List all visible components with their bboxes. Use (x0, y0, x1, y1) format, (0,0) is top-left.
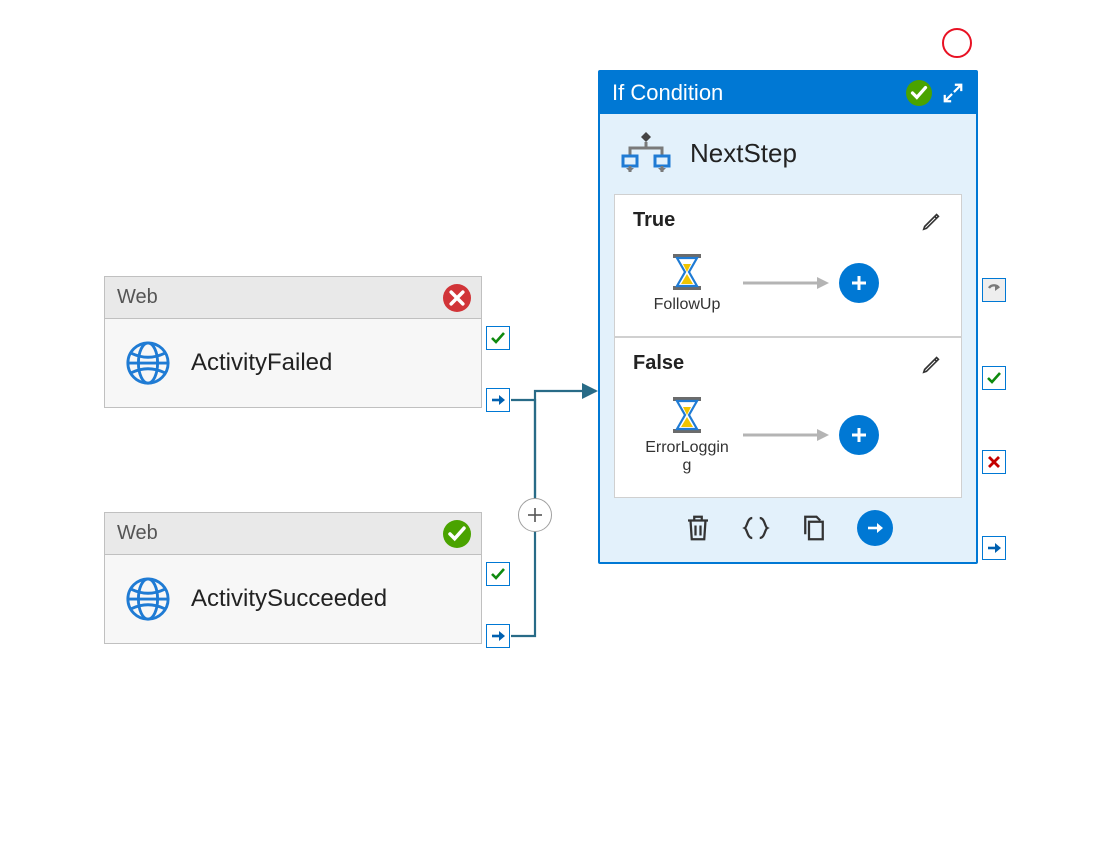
success-icon (443, 520, 471, 548)
activity-name: ActivityFailed (191, 349, 332, 377)
arrow-icon (741, 273, 831, 293)
activity-name: FollowUp (654, 296, 721, 314)
add-activity-node[interactable] (518, 498, 552, 532)
error-icon (443, 284, 471, 312)
activity-name: ActivitySucceeded (191, 585, 387, 613)
copy-button[interactable] (799, 513, 829, 543)
activity-web-failed[interactable]: Web ActivityFailed (104, 276, 482, 408)
add-activity-button[interactable] (839, 263, 879, 303)
false-branch: False ErrorLogging (614, 337, 962, 498)
on-fail-port[interactable] (982, 450, 1006, 474)
on-skip-port[interactable] (982, 278, 1006, 302)
globe-icon (125, 576, 171, 622)
on-completion-port[interactable] (486, 624, 510, 648)
branch-label: False (633, 352, 684, 375)
on-success-port[interactable] (982, 366, 1006, 390)
activity-type-label: Web (117, 522, 158, 545)
wait-icon (669, 252, 705, 292)
success-icon (906, 80, 932, 106)
arrow-icon (741, 425, 831, 445)
false-branch-activity[interactable]: ErrorLogging (641, 395, 733, 475)
delete-button[interactable] (683, 513, 713, 543)
branch-label: True (633, 209, 675, 232)
go-button[interactable] (857, 510, 893, 546)
if-condition-icon (618, 130, 674, 176)
on-success-port[interactable] (486, 326, 510, 350)
true-branch-activity[interactable]: FollowUp (641, 252, 733, 314)
selection-ring (942, 28, 972, 58)
activity-name: ErrorLogging (641, 439, 733, 475)
edit-icon[interactable] (921, 210, 943, 232)
activity-web-succeeded[interactable]: Web ActivitySucceeded (104, 512, 482, 644)
on-completion-port[interactable] (982, 536, 1006, 560)
on-success-port[interactable] (486, 562, 510, 586)
if-condition-activity[interactable]: If Condition (598, 70, 978, 564)
edit-icon[interactable] (921, 353, 943, 375)
collapse-icon[interactable] (942, 82, 964, 104)
if-condition-title: If Condition (612, 80, 723, 106)
globe-icon (125, 340, 171, 386)
if-condition-name: NextStep (690, 138, 797, 169)
true-branch: True FollowUp (614, 194, 962, 337)
on-completion-port[interactable] (486, 388, 510, 412)
wait-icon (669, 395, 705, 435)
add-activity-button[interactable] (839, 415, 879, 455)
activity-toolbar (600, 498, 976, 562)
activity-type-label: Web (117, 286, 158, 309)
code-button[interactable] (741, 513, 771, 543)
